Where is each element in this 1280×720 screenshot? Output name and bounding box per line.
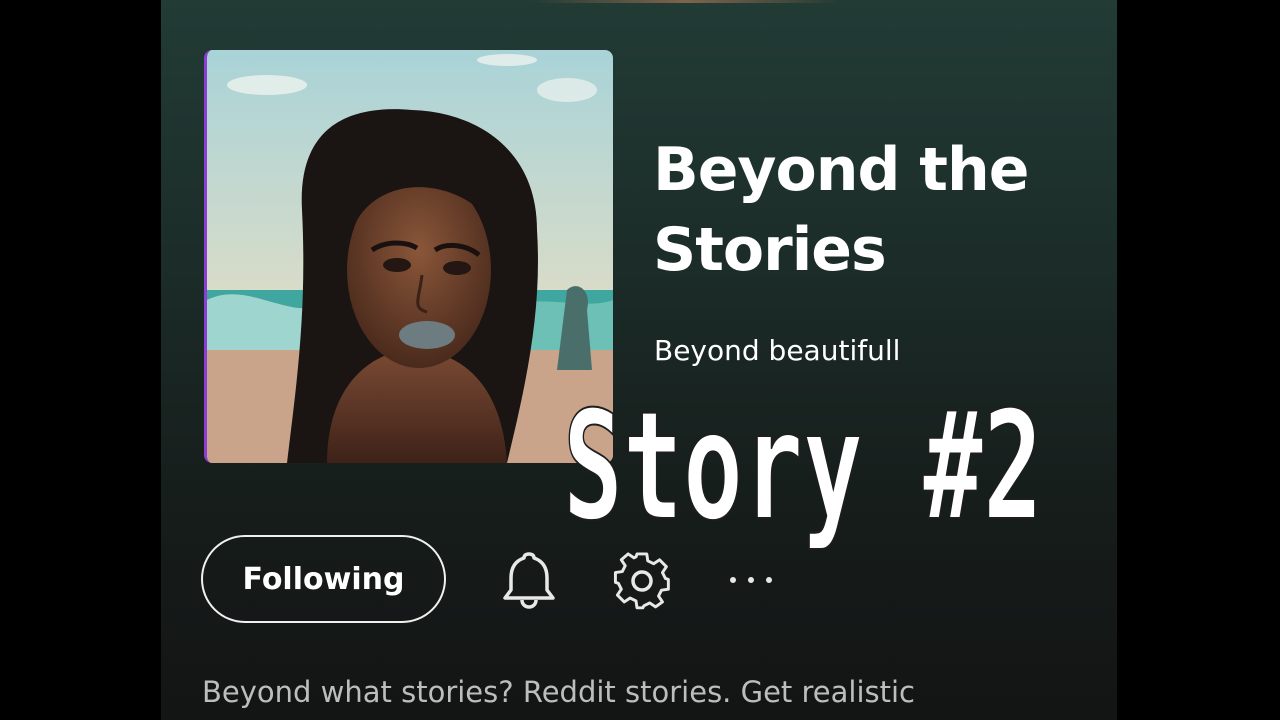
podcast-description: Beyond what stories? Reddit stories. Get… xyxy=(202,675,916,709)
following-button[interactable]: Following xyxy=(201,535,446,623)
top-divider xyxy=(531,0,841,3)
podcast-author: Beyond beautifull xyxy=(654,334,901,367)
story-number-overlay: Story #2 xyxy=(562,379,1044,555)
bell-icon[interactable] xyxy=(497,548,561,612)
podcast-page: Beyond the Stories Beyond beautifull Sto… xyxy=(161,0,1117,720)
podcast-cover-art xyxy=(204,50,613,463)
gear-icon[interactable] xyxy=(610,548,674,612)
podcast-title: Beyond the Stories xyxy=(653,135,1029,285)
more-options-icon[interactable] xyxy=(719,548,783,612)
story-number-text: Story #2 xyxy=(563,380,1043,554)
